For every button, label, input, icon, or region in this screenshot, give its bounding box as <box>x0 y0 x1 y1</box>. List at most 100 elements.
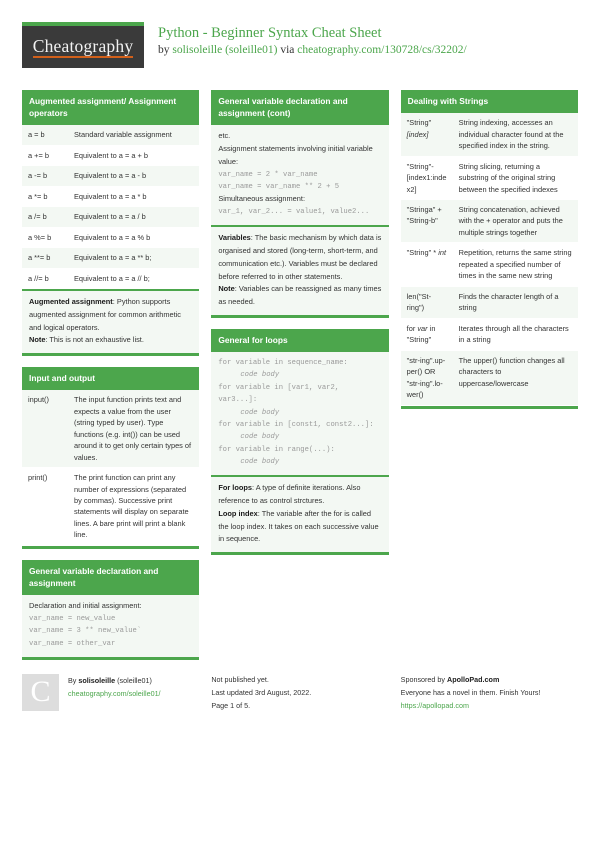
table-row: "String"[index] String indexing, accesse… <box>400 113 578 157</box>
cheatography-logo[interactable]: Cheatography <box>22 22 144 68</box>
body-line: Declaration and initial assignment: <box>29 601 142 611</box>
table-row: a %= b Equivalent to a = a % b <box>22 227 200 249</box>
card-variable-declaration: General variable declaration and assignm… <box>22 559 200 661</box>
code-line-indented: code body <box>240 433 280 442</box>
sponsor-name: ApolloPad.com <box>447 675 500 685</box>
table-row: a /= b Equivalent to a = a / b <box>22 206 200 228</box>
row-key: a %= b <box>22 227 68 249</box>
table-row: a += b Equivalent to a = a + b <box>22 145 200 167</box>
row-key-italic: [index] <box>406 129 429 139</box>
code-line: var_name = new_value <box>29 614 116 623</box>
note-label: For loops <box>218 483 252 493</box>
row-value: Equivalent to a = a * b <box>68 186 200 208</box>
strings-table: "String"[index] String indexing, accesse… <box>400 113 578 406</box>
code-line: for variable in [var1, var2, var3...]: <box>218 383 344 405</box>
code-line-indented: code body <box>240 408 280 417</box>
column-2: General variable declaration and assignm… <box>211 90 389 556</box>
row-key: a **= b <box>22 247 68 269</box>
footer-sponsor-block: Sponsored by ApolloPad.com Everyone has … <box>401 674 578 712</box>
card-title: General variable declaration and assignm… <box>211 90 389 126</box>
row-value: Iterates through all the characters in a… <box>452 318 578 351</box>
row-value: Equivalent to a = a / b <box>68 206 200 228</box>
byline-via: via <box>277 44 298 56</box>
row-key-plain: "String" * <box>406 248 439 258</box>
author-meta: By solisoleille (soleille01) cheatograph… <box>68 674 161 712</box>
sponsor-link[interactable]: https://apollopad.com <box>401 701 469 710</box>
note-text: : Variables can be reassigned as many ti… <box>218 284 382 307</box>
row-key: for var in "String" <box>400 318 453 351</box>
note-label: Note <box>218 284 235 294</box>
row-key: "String" * int <box>400 242 453 287</box>
row-key: print() <box>22 467 68 546</box>
card-variable-declaration-cont: General variable declaration and assignm… <box>211 90 389 318</box>
code-line: var_1, var_2... = value1, value2... <box>218 208 370 217</box>
row-key: "Stringa" + "String-b" <box>400 199 453 244</box>
card-note: For loops: A type of definite iterations… <box>211 475 389 553</box>
row-value: String indexing, accesses an individual … <box>452 113 578 157</box>
code-line: var_name = var_name ** 2 + 5 <box>218 182 340 191</box>
code-line: for variable in range(...): <box>218 445 335 454</box>
card-input-output: Input and output input() The input functi… <box>22 367 200 549</box>
note-label: Augmented assignment <box>29 297 113 307</box>
card-title: General for loops <box>211 328 389 353</box>
logo-wordmark: Cheatography <box>32 35 134 59</box>
table-row: len("St-ring") Finds the character lengt… <box>400 286 578 319</box>
sponsor-tagline: Everyone has a novel in them. Finish You… <box>400 687 541 697</box>
footer-publish-block: Not published yet. Last updated 3rd Augu… <box>211 674 388 712</box>
page-title: Python - Beginner Syntax Cheat Sheet <box>158 25 382 41</box>
variable-declaration-cont-body: etc. Assignment statements involving ini… <box>211 125 389 226</box>
code-line: var_name = other_var <box>29 639 116 648</box>
code-line: var_name = 2 * var_name <box>218 170 318 179</box>
row-value: Equivalent to a = a % b <box>68 227 200 249</box>
row-key-italic: var <box>417 323 428 333</box>
note-label: Note <box>29 335 46 345</box>
title-block: Python - Beginner Syntax Cheat Sheet by … <box>158 22 467 56</box>
cheatsheet-columns: Augmented assignment/ Assignment operato… <box>22 90 578 661</box>
note-label: Variables <box>218 233 251 243</box>
source-url-link[interactable]: cheatography.com/130728/cs/32202/ <box>297 44 466 56</box>
code-line-indented: code body <box>240 371 280 380</box>
row-value: Equivalent to a = a ** b; <box>68 247 200 269</box>
publish-status: Not published yet. <box>211 675 269 685</box>
card-title: Dealing with Strings <box>400 90 578 114</box>
author-name: solisoleille <box>78 676 116 686</box>
table-row: print() The print function can print any … <box>22 467 200 546</box>
table-row: "String"-[index1:index2] String slicing,… <box>400 156 578 201</box>
note-label: Loop index <box>218 508 258 518</box>
input-output-table: input() The input function prints text an… <box>22 390 200 546</box>
card-note: Augmented assignment: Python supports au… <box>22 289 200 354</box>
code-line-indented: code body <box>240 458 280 467</box>
code-line: var_name = 3 ** new_value` <box>29 627 142 636</box>
table-row: "str-ing".up-per() OR "str-ing".lo-wer()… <box>400 350 578 406</box>
table-row: a //= b Equivalent to a = a // b; <box>22 268 200 290</box>
card-augmented-assignment: Augmented assignment/ Assignment operato… <box>22 90 200 357</box>
variable-declaration-body: Declaration and initial assignment: var_… <box>22 595 200 658</box>
row-key: a -= b <box>22 165 68 187</box>
table-row: a *= b Equivalent to a = a * b <box>22 186 200 208</box>
page-footer: C By solisoleille (soleille01) cheatogra… <box>22 674 578 724</box>
row-key-plain: "String" <box>406 118 432 128</box>
row-key-italic: int <box>438 248 447 258</box>
code-line: for variable in [const1, const2...]: <box>218 420 374 429</box>
row-key: len("St-ring") <box>400 286 453 319</box>
row-key: input() <box>22 390 68 469</box>
publish-meta: Not published yet. Last updated 3rd Augu… <box>211 674 388 712</box>
body-line: etc. <box>218 131 231 141</box>
code-line: for variable in sequence_name: <box>218 359 348 368</box>
avatar: C <box>22 674 59 712</box>
last-updated: Last updated 3rd August, 2022. <box>211 687 312 697</box>
by-label: By <box>68 676 79 686</box>
note-text: : This is not an exhaustive list. <box>45 335 144 345</box>
row-value: String slicing, returning a substring of… <box>452 156 578 201</box>
row-key: a *= b <box>22 186 68 208</box>
card-title: Augmented assignment/ Assignment operato… <box>22 90 200 126</box>
table-row: a **= b Equivalent to a = a ** b; <box>22 247 200 269</box>
for-loops-body: for variable in sequence_name: code body… <box>211 352 389 476</box>
row-key-plain: for <box>406 323 418 333</box>
table-row: "String" * int Repetition, returns the s… <box>400 242 578 287</box>
author-link[interactable]: solisoleille (soleille01) <box>172 44 277 56</box>
sponsor-prefix: Sponsored by <box>400 675 448 685</box>
card-title: Input and output <box>22 367 200 391</box>
author-profile-link[interactable]: cheatography.com/soleille01/ <box>68 689 161 698</box>
table-row: for var in "String" Iterates through all… <box>400 318 578 351</box>
